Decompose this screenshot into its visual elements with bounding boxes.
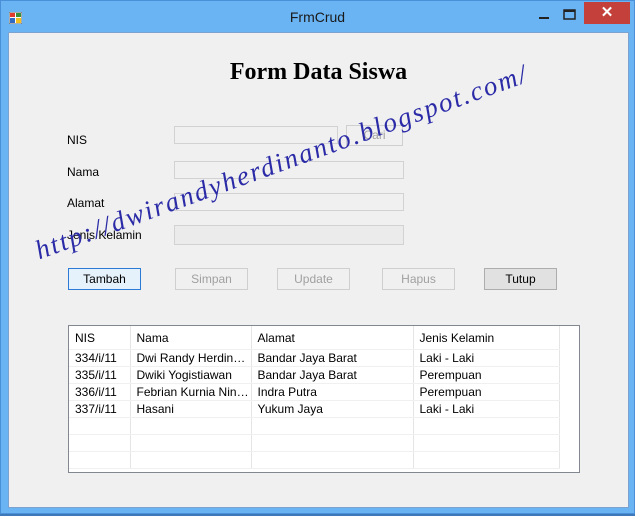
cell-alamat[interactable]: Indra Putra xyxy=(251,383,414,401)
update-button[interactable]: Update xyxy=(277,268,350,290)
cell-jenis-kelamin[interactable]: Perempuan xyxy=(413,366,560,384)
label-nama: Nama xyxy=(67,165,100,179)
cell-alamat[interactable]: Bandar Jaya Barat xyxy=(251,349,414,367)
close-icon: ✕ xyxy=(600,4,614,21)
cell-alamat[interactable]: Yukum Jaya xyxy=(251,400,414,418)
cell-alamat[interactable]: Bandar Jaya Barat xyxy=(251,366,414,384)
table-row[interactable]: 336/i/11 Febrian Kurnia Ningr... Indra P… xyxy=(69,383,560,401)
cell-nama[interactable]: Dwi Randy Herdinanto xyxy=(130,349,252,367)
title-bar[interactable]: FrmCrud ✕ xyxy=(1,1,634,33)
column-header-alamat[interactable]: Alamat xyxy=(251,326,414,350)
form-client-area: Form Data Siswa NIS Cari Nama Alamat Jen… xyxy=(8,32,629,508)
empty-row xyxy=(69,434,560,452)
close-button[interactable]: ✕ xyxy=(584,2,630,24)
column-header-nis[interactable]: NIS xyxy=(69,326,131,350)
cell-nama[interactable]: Febrian Kurnia Ningr... xyxy=(130,383,252,401)
empty-row xyxy=(69,451,560,469)
cell-jenis-kelamin[interactable]: Laki - Laki xyxy=(413,349,560,367)
hapus-button[interactable]: Hapus xyxy=(382,268,455,290)
cari-button[interactable]: Cari xyxy=(346,125,403,146)
cell-nis[interactable]: 334/i/11 xyxy=(69,349,131,367)
cell-nama[interactable]: Hasani xyxy=(130,400,252,418)
nama-input[interactable] xyxy=(174,161,404,179)
data-grid[interactable]: NIS Nama Alamat Jenis Kelamin 334/i/11 D… xyxy=(68,325,580,473)
jenis-kelamin-select[interactable] xyxy=(174,225,404,245)
table-row[interactable]: 334/i/11 Dwi Randy Herdinanto Bandar Jay… xyxy=(69,349,560,367)
cell-jenis-kelamin[interactable]: Laki - Laki xyxy=(413,400,560,418)
cell-jenis-kelamin[interactable]: Perempuan xyxy=(413,383,560,401)
label-jenis-kelamin: Jenis Kelamin xyxy=(67,228,142,242)
grid-table: NIS Nama Alamat Jenis Kelamin 334/i/11 D… xyxy=(69,326,560,469)
grid-header-row: NIS Nama Alamat Jenis Kelamin xyxy=(69,326,560,350)
empty-row xyxy=(69,417,560,435)
maximize-button[interactable] xyxy=(555,5,585,25)
label-nis: NIS xyxy=(67,133,88,147)
simpan-button[interactable]: Simpan xyxy=(175,268,248,290)
label-alamat: Alamat xyxy=(67,196,105,210)
column-header-jenis-kelamin[interactable]: Jenis Kelamin xyxy=(413,326,560,350)
table-row[interactable]: 337/i/11 Hasani Yukum Jaya Laki - Laki xyxy=(69,400,560,418)
form-heading: Form Data Siswa xyxy=(229,59,408,85)
column-header-nama[interactable]: Nama xyxy=(130,326,252,350)
cell-nama[interactable]: Dwiki Yogistiawan xyxy=(130,366,252,384)
frmcrud-window: FrmCrud ✕ Form Data Siswa NIS Cari Nama … xyxy=(0,0,635,514)
nis-input[interactable] xyxy=(174,126,338,144)
alamat-input[interactable] xyxy=(174,193,404,211)
cell-nis[interactable]: 335/i/11 xyxy=(69,366,131,384)
cell-nis[interactable]: 336/i/11 xyxy=(69,383,131,401)
tambah-button[interactable]: Tambah xyxy=(68,268,141,290)
tutup-button[interactable]: Tutup xyxy=(484,268,557,290)
cell-nis[interactable]: 337/i/11 xyxy=(69,400,131,418)
table-row[interactable]: 335/i/11 Dwiki Yogistiawan Bandar Jaya B… xyxy=(69,366,560,384)
